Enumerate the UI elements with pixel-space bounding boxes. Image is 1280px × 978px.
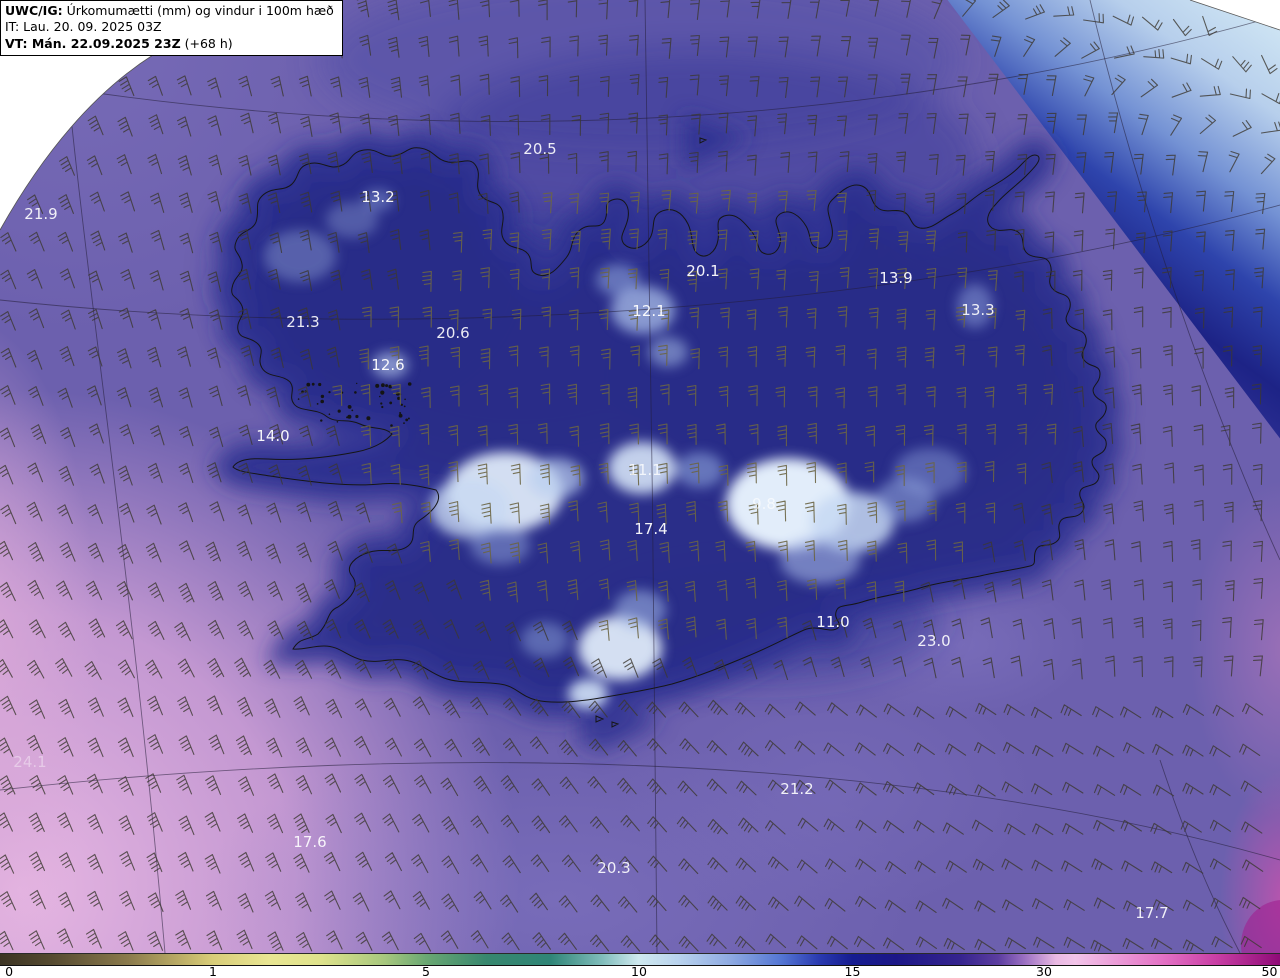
precipitation-wind-map: 20.8 21.9 13.2 20.5 20.1 13.9 13.3 21.3 20.6 12.1… [0,0,1280,953]
precip-value-label: 9.8 [752,495,776,513]
precip-value-label: 14.0 [256,427,289,445]
precip-value-label: 12.6 [371,356,404,374]
product-info-box: UWC/IG: Úrkomumætti (mm) og vindur i 100… [0,0,343,56]
precip-value-label: 13.2 [361,188,394,206]
init-time-line: IT: Lau. 20. 09. 2025 03Z [5,19,162,35]
precip-value-label: 11.0 [816,613,849,631]
precip-value-label: 17.6 [293,833,326,851]
precip-value-label: 17.7 [1135,904,1168,922]
precip-value-label: 21.3 [286,313,319,331]
colorbar-tick-label: 30 [1036,964,1052,978]
colorbar-tick-label: 5 [421,964,430,978]
valid-offset: (+68 h) [184,35,233,51]
precip-value-label: 20.6 [436,324,469,342]
precip-value-label: 20.3 [597,859,630,877]
valid-time: VT: Mán. 22.09.2025 23Z [5,35,181,51]
precip-value-label: 20.1 [686,262,719,280]
colorbar-tick-label: 50 [1261,964,1278,978]
precip-value-label: 21.2 [780,780,813,798]
precip-value-label: 24.1 [13,753,46,771]
precip-value-label: 13.9 [879,269,912,287]
product-label: UWC/IG: [5,3,63,18]
precip-value-label: 12.1 [632,302,665,320]
weather-map-viewport: 20.8 21.9 13.2 20.5 20.1 13.9 13.3 21.3 20.6 12.1… [0,0,1280,978]
product-title-line: UWC/IG: Úrkomumætti (mm) og vindur i 100… [5,3,334,19]
precip-value-label: 17.4 [634,520,667,538]
precip-value-label: 20.5 [523,140,556,158]
product-title: Úrkomumætti (mm) og vindur i 100m hæð [66,3,334,18]
precip-value-label: 21.9 [24,205,57,223]
colorbar-tick-label: 1 [209,964,217,978]
colorbar-tick-label: 15 [844,964,861,978]
colorbar-ticks: 0 1 5 10 15 30 50 [0,964,1280,978]
precip-value-label: 23.0 [917,632,950,650]
colorbar-tick-label: 10 [631,964,647,978]
precip-value-label: 13.3 [961,301,994,319]
colorbar: 0 1 5 10 15 30 50 [0,953,1280,978]
valid-time-line: VT: Mán. 22.09.2025 23Z (+68 h) [5,36,334,52]
precip-value-label: 11.1 [628,461,661,479]
precip-value-label: 20.8 [73,62,106,80]
colorbar-tick-label: 0 [5,964,14,978]
